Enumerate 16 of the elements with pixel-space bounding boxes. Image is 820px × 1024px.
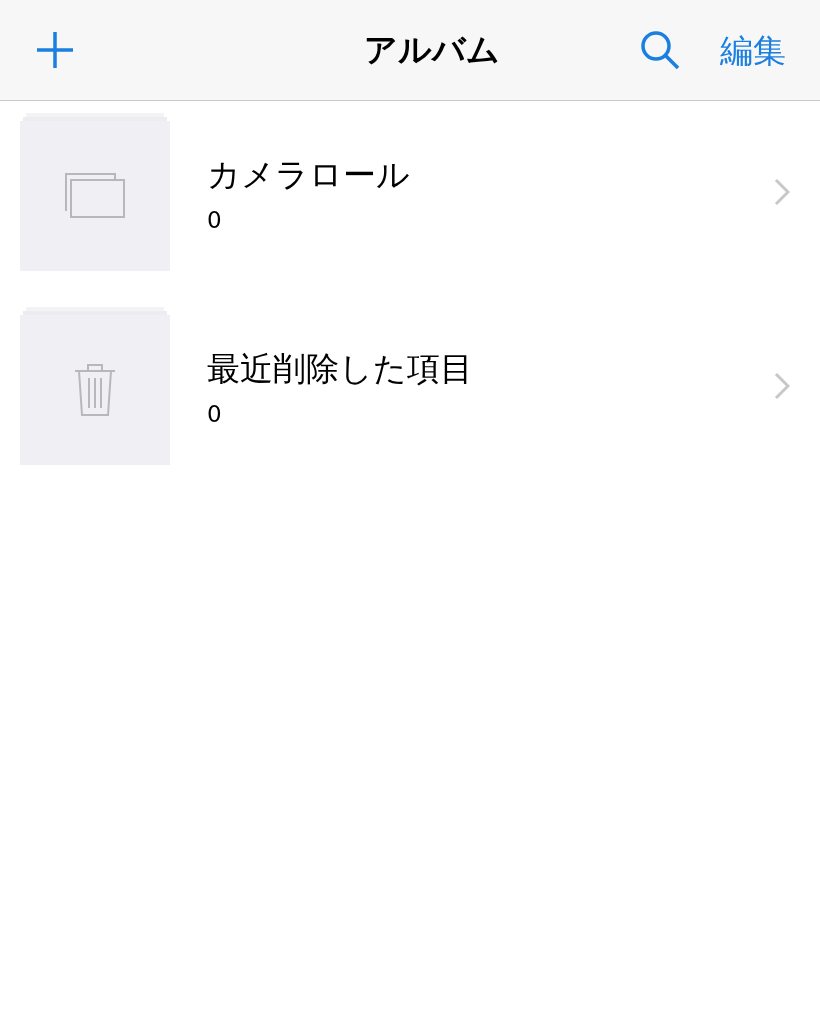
chevron-icon [774, 372, 790, 400]
edit-button[interactable]: 編集 [720, 33, 786, 67]
nav-title: アルバム [364, 29, 500, 72]
photos-icon [63, 171, 127, 221]
album-count: 0 [207, 400, 223, 430]
add-button[interactable] [34, 29, 76, 71]
album-thumbnail[interactable] [20, 315, 170, 465]
album-name[interactable]: 最近削除した項目 [207, 348, 774, 390]
album-count: 0 [207, 206, 223, 236]
trash-icon [73, 362, 117, 418]
album-thumbnail[interactable] [20, 121, 170, 271]
album-name[interactable]: カメラロール [207, 154, 774, 196]
chevron-icon [774, 178, 790, 206]
search-icon [640, 30, 680, 70]
search-button[interactable] [638, 28, 682, 72]
plus-icon [35, 30, 75, 70]
